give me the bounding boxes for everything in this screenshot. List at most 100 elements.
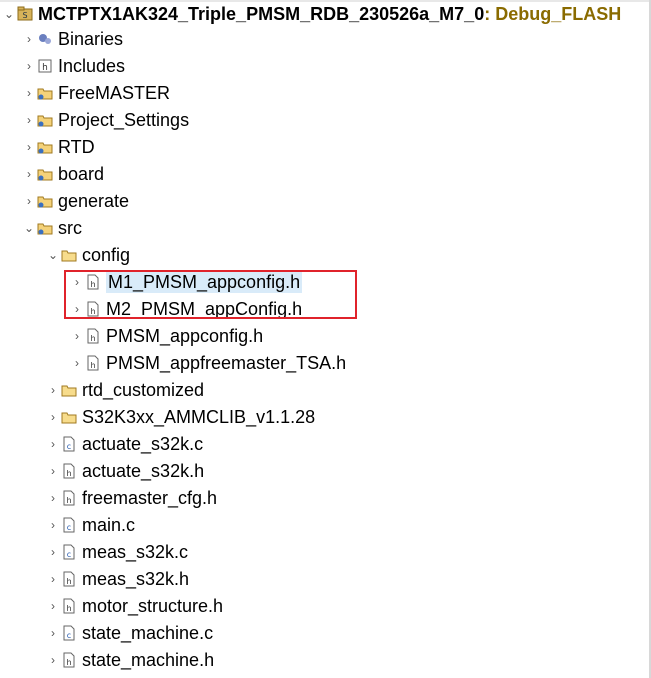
chevron-right-icon[interactable]: › <box>46 410 60 424</box>
svg-text:h: h <box>66 658 71 667</box>
tree-item-label: actuate_s32k.c <box>82 433 204 454</box>
tree-item-label: Includes <box>58 55 126 76</box>
svg-text:c: c <box>67 631 71 640</box>
chevron-right-icon[interactable]: › <box>46 518 60 532</box>
tree-item-pmsm-appconfig[interactable]: › h PMSM_appconfig.h <box>70 322 263 349</box>
tree-item-ammclib[interactable]: › S32K3xx_AMMCLIB_v1.1.28 <box>46 403 315 430</box>
tree-item-actuate-c[interactable]: › c actuate_s32k.c <box>46 430 203 457</box>
tree-item-state-machine-h[interactable]: › h state_machine.h <box>46 646 214 673</box>
svg-text:h: h <box>66 577 71 586</box>
chevron-right-icon[interactable]: › <box>22 32 36 46</box>
tree-item-label: Binaries <box>58 28 124 49</box>
tree-item-freemaster[interactable]: › FreeMASTER <box>22 79 170 106</box>
tree-item-label: rtd_customized <box>82 379 205 400</box>
tree-item-binaries[interactable]: › Binaries <box>22 25 123 52</box>
chevron-right-icon[interactable]: › <box>46 464 60 478</box>
svg-text:h: h <box>66 604 71 613</box>
tree-item-label: board <box>58 163 105 184</box>
tree-item-label: S32K3xx_AMMCLIB_v1.1.28 <box>82 406 316 427</box>
tree-item-config[interactable]: ⌄ config <box>46 241 130 268</box>
tree-item-generate[interactable]: › generate <box>22 187 129 214</box>
tree-item-label: state_machine.c <box>82 622 214 643</box>
tree-item-project[interactable]: ⌄ S MCTPTX1AK324_Triple_PMSM_RDB_230526a… <box>2 0 621 27</box>
chevron-right-icon[interactable]: › <box>22 113 36 127</box>
header-file-icon: h <box>84 354 102 372</box>
chevron-right-icon[interactable]: › <box>22 194 36 208</box>
tree-item-motor-structure[interactable]: › h motor_structure.h <box>46 592 223 619</box>
project-build-config: : Debug_FLASH <box>484 3 622 24</box>
tree-item-rtd-customized[interactable]: › rtd_customized <box>46 376 204 403</box>
chevron-right-icon[interactable]: › <box>22 59 36 73</box>
tree-item-includes[interactable]: › h Includes <box>22 52 125 79</box>
chevron-right-icon[interactable]: › <box>46 626 60 640</box>
chevron-right-icon[interactable]: › <box>46 653 60 667</box>
tree-item-rtd[interactable]: › RTD <box>22 133 95 160</box>
header-file-icon: h <box>84 327 102 345</box>
tree-item-label: meas_s32k.h <box>82 568 190 589</box>
tree-item-label: RTD <box>58 136 95 157</box>
tree-item-board[interactable]: › board <box>22 160 104 187</box>
binaries-icon <box>36 30 54 48</box>
folder-icon <box>60 246 78 264</box>
tree-item-label: Project_Settings <box>58 109 190 130</box>
tree-item-meas-h[interactable]: › h meas_s32k.h <box>46 565 189 592</box>
chevron-right-icon[interactable]: › <box>70 356 84 370</box>
svg-text:S: S <box>22 11 27 20</box>
tree-item-project-settings[interactable]: › Project_Settings <box>22 106 189 133</box>
highlight-box <box>64 270 357 319</box>
chevron-right-icon[interactable]: › <box>70 329 84 343</box>
source-folder-icon <box>36 84 54 102</box>
tree-item-label: src <box>58 217 82 238</box>
folder-icon <box>60 381 78 399</box>
tree-item-src[interactable]: ⌄ src <box>22 214 82 241</box>
chevron-right-icon[interactable]: › <box>46 437 60 451</box>
chevron-right-icon[interactable]: › <box>46 545 60 559</box>
c-file-icon: c <box>60 516 78 534</box>
chevron-down-icon[interactable]: ⌄ <box>46 248 60 262</box>
tree-item-main-c[interactable]: › c main.c <box>46 511 135 538</box>
tree-item-actuate-h[interactable]: › h actuate_s32k.h <box>46 457 204 484</box>
chevron-right-icon[interactable]: › <box>46 572 60 586</box>
svg-text:c: c <box>67 550 71 559</box>
tree-item-label: actuate_s32k.h <box>82 460 205 481</box>
chevron-right-icon[interactable]: › <box>46 599 60 613</box>
source-folder-icon <box>36 219 54 237</box>
includes-icon: h <box>36 57 54 75</box>
tree-item-label: PMSM_appconfig.h <box>106 325 264 346</box>
tree-item-label: meas_s32k.c <box>82 541 189 562</box>
tree-item-state-machine-c[interactable]: › c state_machine.c <box>46 619 213 646</box>
chevron-right-icon[interactable]: › <box>22 86 36 100</box>
svg-text:c: c <box>67 442 71 451</box>
chevron-right-icon[interactable]: › <box>46 383 60 397</box>
tree-item-label: config <box>82 244 131 265</box>
svg-text:h: h <box>42 63 48 73</box>
tree-item-label: FreeMASTER <box>58 82 171 103</box>
source-folder-icon <box>36 192 54 210</box>
header-file-icon: h <box>60 462 78 480</box>
svg-text:h: h <box>90 361 95 370</box>
c-file-icon: c <box>60 435 78 453</box>
tree-item-freemaster-cfg[interactable]: › h freemaster_cfg.h <box>46 484 217 511</box>
chevron-down-icon[interactable]: ⌄ <box>22 221 36 235</box>
source-folder-icon <box>36 111 54 129</box>
header-file-icon: h <box>60 489 78 507</box>
source-folder-icon <box>36 138 54 156</box>
tree-item-pmsm-freemaster-tsa[interactable]: › h PMSM_appfreemaster_TSA.h <box>70 349 346 376</box>
chevron-right-icon[interactable]: › <box>22 140 36 154</box>
tree-item-label: main.c <box>82 514 136 535</box>
svg-text:h: h <box>66 469 71 478</box>
tree-item-label: motor_structure.h <box>82 595 224 616</box>
tree-item-label: PMSM_appfreemaster_TSA.h <box>106 352 347 373</box>
source-folder-icon <box>36 165 54 183</box>
chevron-right-icon[interactable]: › <box>22 167 36 181</box>
c-file-icon: c <box>60 543 78 561</box>
folder-icon <box>60 408 78 426</box>
tree-item-meas-c[interactable]: › c meas_s32k.c <box>46 538 188 565</box>
tree-item-label: generate <box>58 190 130 211</box>
svg-text:c: c <box>67 523 71 532</box>
project-name: MCTPTX1AK324_Triple_PMSM_RDB_230526a_M7_… <box>38 3 485 24</box>
chevron-right-icon[interactable]: › <box>46 491 60 505</box>
chevron-down-icon[interactable]: ⌄ <box>2 7 16 21</box>
tree-item-label: freemaster_cfg.h <box>82 487 218 508</box>
header-file-icon: h <box>60 651 78 669</box>
